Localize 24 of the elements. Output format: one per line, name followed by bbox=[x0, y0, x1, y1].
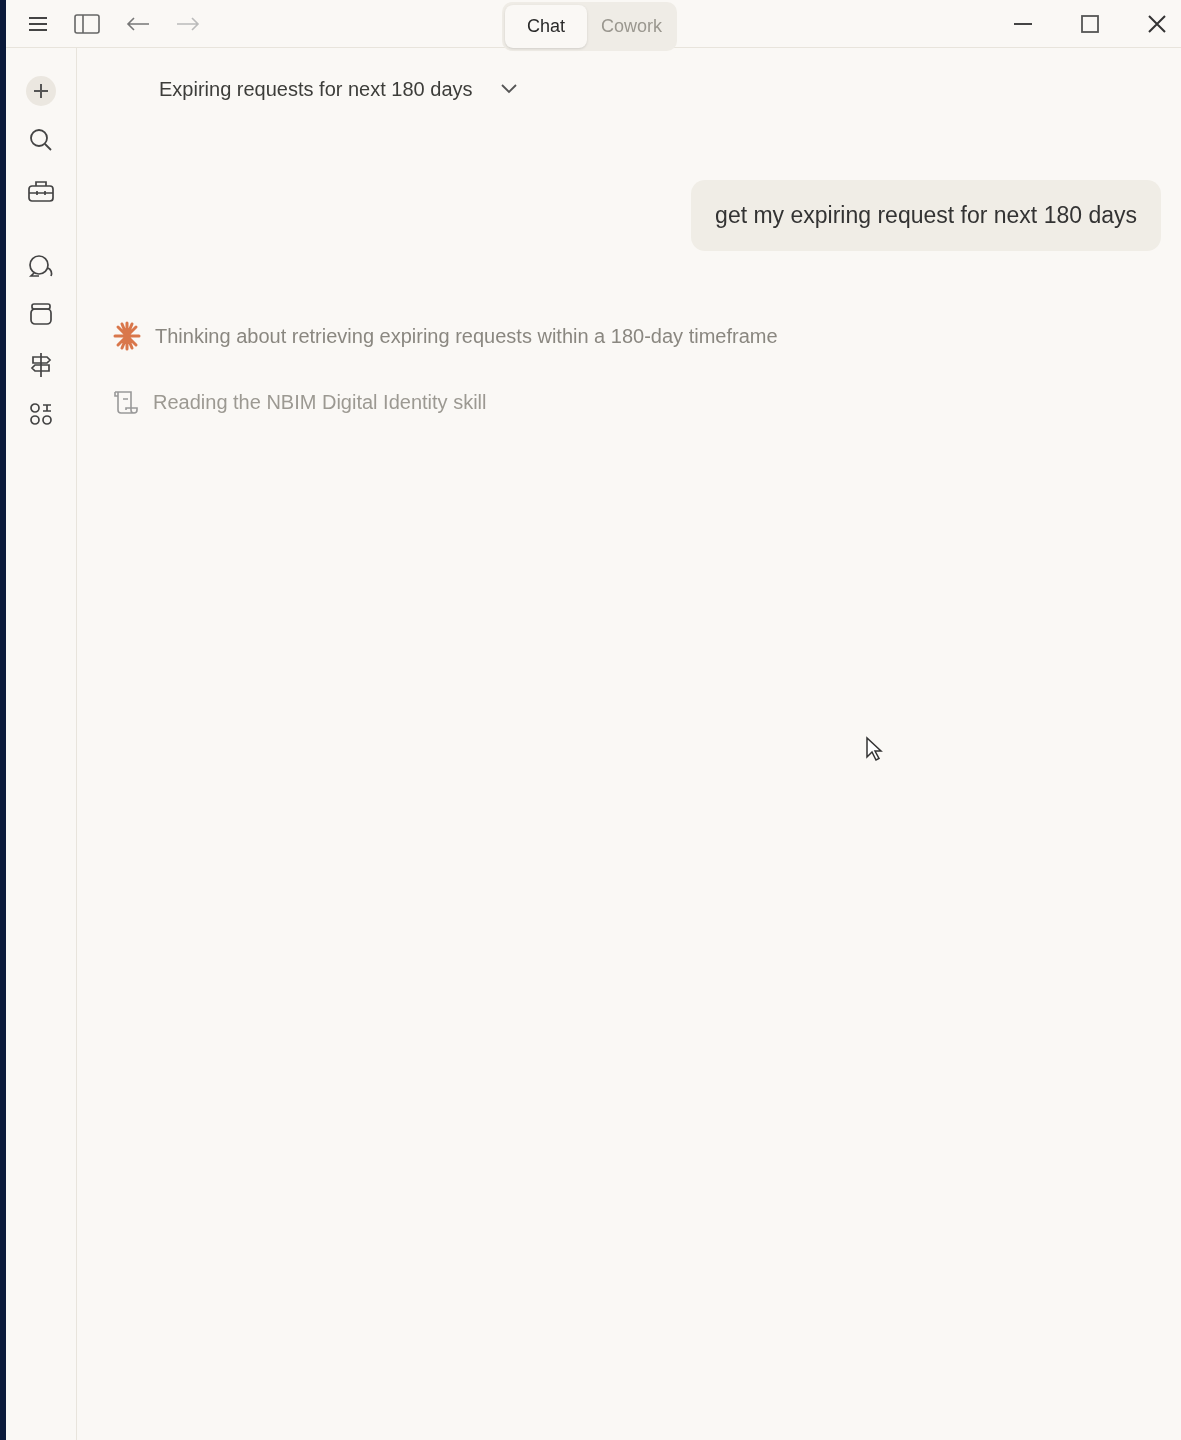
user-message: get my expiring request for next 180 days bbox=[691, 180, 1161, 251]
close-icon[interactable] bbox=[1147, 13, 1167, 34]
activity-step[interactable]: Reading the NBIM Digital Identity skill bbox=[153, 386, 487, 417]
chat-bubbles-icon[interactable] bbox=[28, 254, 54, 280]
conversation-title[interactable]: Expiring requests for next 180 days bbox=[159, 74, 473, 104]
mouse-cursor-icon bbox=[865, 736, 883, 762]
scroll-icon bbox=[113, 389, 139, 414]
search-icon[interactable] bbox=[29, 128, 53, 152]
briefcase-icon[interactable] bbox=[28, 180, 54, 202]
sidebar-toggle-icon[interactable] bbox=[74, 13, 100, 34]
new-chat-button[interactable] bbox=[26, 76, 56, 106]
activity-step[interactable]: Thinking about retrieving expiring requests within a 180-day timeframe bbox=[155, 320, 778, 351]
signpost-icon[interactable] bbox=[29, 352, 53, 378]
mode-tab[interactable]: Chat bbox=[505, 5, 588, 48]
back-arrow-icon[interactable] bbox=[126, 15, 150, 32]
maximize-icon[interactable] bbox=[1081, 14, 1099, 33]
archive-box-icon[interactable] bbox=[29, 302, 53, 326]
apps-icon[interactable] bbox=[29, 402, 53, 426]
plus-icon bbox=[33, 83, 49, 99]
sparkle-icon bbox=[113, 320, 141, 351]
mode-tab[interactable]: Cowork bbox=[589, 5, 675, 48]
minimize-icon[interactable] bbox=[1013, 21, 1033, 26]
menu-icon[interactable] bbox=[28, 15, 48, 32]
chevron-down-icon[interactable] bbox=[500, 84, 517, 94]
